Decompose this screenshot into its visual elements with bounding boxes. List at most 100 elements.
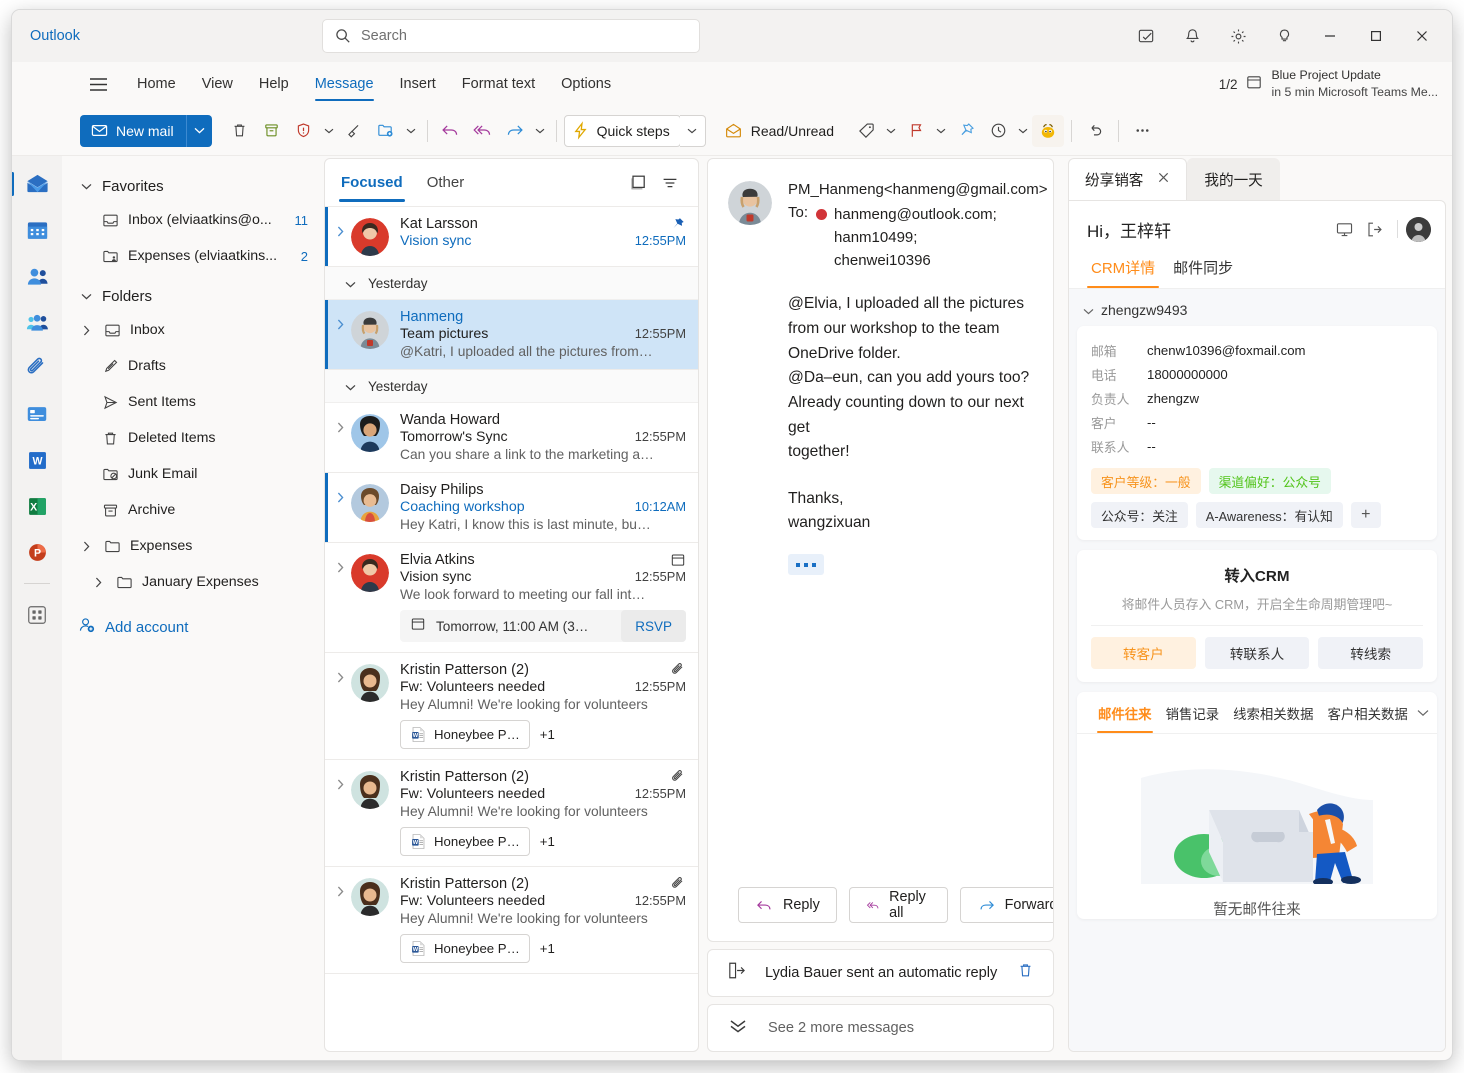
add-account-button[interactable]: Add account	[72, 608, 316, 646]
tag-icon[interactable]	[850, 115, 882, 147]
add-tag-button[interactable]: +	[1350, 502, 1381, 528]
attachment-more-count[interactable]: +1	[540, 941, 555, 956]
up-next-banner[interactable]: 1/2 Blue Project Update in 5 min Microso…	[1219, 62, 1438, 106]
new-mail-button[interactable]: New mail	[80, 114, 186, 147]
recipient[interactable]: hanmeng@outlook.com;	[834, 204, 997, 227]
folder-expenses[interactable]: Expenses	[72, 528, 316, 564]
status-badge[interactable]: A-Awareness：有认知	[1195, 502, 1343, 528]
reading-pane-icon[interactable]	[622, 167, 654, 199]
report-dropdown-chevron-down-icon[interactable]	[320, 115, 338, 147]
forward-icon[interactable]	[499, 115, 531, 147]
copilot-icon[interactable]	[1032, 114, 1064, 147]
reply-all-icon[interactable]	[467, 115, 499, 147]
delete-icon[interactable]	[224, 115, 256, 147]
automatic-reply-strip[interactable]: Lydia Bauer sent an automatic reply	[707, 949, 1054, 997]
sweep-icon[interactable]	[338, 115, 370, 147]
tag-dropdown-chevron-down-icon[interactable]	[882, 115, 900, 147]
tab-insert[interactable]: Insert	[387, 63, 449, 105]
chevron-down-icon[interactable]	[1415, 709, 1431, 717]
reply-button[interactable]: Reply	[738, 887, 837, 923]
tab-message[interactable]: Message	[302, 63, 387, 105]
move-to-dropdown-chevron-down-icon[interactable]	[402, 115, 420, 147]
rail-item-people[interactable]	[15, 254, 59, 298]
tab-format-text[interactable]: Format text	[449, 63, 548, 105]
reply-icon[interactable]	[435, 115, 467, 147]
convert-contact-button[interactable]: 转联系人	[1204, 637, 1310, 669]
attachment-chip[interactable]: W Honeybee P…	[400, 720, 530, 749]
report-icon[interactable]	[288, 115, 320, 147]
snooze-icon[interactable]	[982, 115, 1014, 147]
minimize-icon[interactable]	[1310, 19, 1350, 53]
lightbulb-icon[interactable]	[1264, 19, 1304, 53]
crm-content[interactable]: zhengzw9493 邮箱 chenw10396@foxmail.com 电话…	[1069, 289, 1445, 1051]
flag-dropdown-chevron-down-icon[interactable]	[932, 115, 950, 147]
expand-chevron-right-icon[interactable]	[329, 876, 351, 963]
rail-item-word[interactable]: W	[15, 438, 59, 482]
expand-chevron-right-icon[interactable]	[329, 552, 351, 642]
convert-customer-button[interactable]: 转客户	[1091, 637, 1196, 669]
list-item[interactable]: Hanmeng Team pictures 12:55PM @Katri, I …	[325, 300, 698, 370]
message-list-scroll[interactable]: Kat Larsson Vision sync 12:55PM Yesterda…	[325, 207, 698, 1051]
folder-drafts[interactable]: Drafts	[72, 348, 316, 384]
tab-sales-records[interactable]: 销售记录	[1159, 692, 1227, 733]
expand-chevron-right-icon[interactable]	[329, 662, 351, 749]
gear-icon[interactable]	[1218, 19, 1258, 53]
rail-item-excel[interactable]: X	[15, 484, 59, 528]
hamburger-menu-icon[interactable]	[80, 68, 116, 100]
list-item[interactable]: Kristin Patterson (2) Fw: Volunteers nee…	[325, 867, 698, 974]
folder-january-expenses[interactable]: January Expenses	[72, 564, 316, 600]
folder-sent-items[interactable]: Sent Items	[72, 384, 316, 420]
crm-subtab-mailsync[interactable]: 邮件同步	[1169, 251, 1237, 288]
expand-chevron-right-icon[interactable]	[329, 216, 351, 256]
chevron-right-icon[interactable]	[90, 577, 106, 588]
archive-icon[interactable]	[256, 115, 288, 147]
delete-icon[interactable]	[1016, 961, 1035, 985]
date-group-header[interactable]: Yesterday	[325, 267, 698, 300]
recipient[interactable]: chenwei10396	[834, 250, 997, 273]
expand-chevron-right-icon[interactable]	[329, 309, 351, 359]
tab-options[interactable]: Options	[548, 63, 624, 105]
tab-lead-data[interactable]: 线索相关数据	[1226, 692, 1320, 733]
see-more-messages-button[interactable]: See 2 more messages	[707, 1004, 1054, 1052]
folder-favorite-expenses[interactable]: Expenses (elviaatkins... 2	[72, 238, 316, 274]
new-mail-dropdown[interactable]	[185, 114, 212, 147]
snooze-dropdown-chevron-down-icon[interactable]	[1014, 115, 1032, 147]
filter-icon[interactable]	[654, 167, 686, 199]
close-icon[interactable]	[1157, 171, 1170, 188]
rail-item-powerpoint[interactable]: P	[15, 530, 59, 574]
rail-item-attachments[interactable]	[15, 346, 59, 390]
folder-inbox[interactable]: Inbox	[72, 312, 316, 348]
pin-icon[interactable]	[664, 216, 686, 232]
show-trimmed-content-button[interactable]	[788, 554, 824, 576]
forward-dropdown-chevron-down-icon[interactable]	[531, 115, 549, 147]
crm-tab-myday[interactable]: 我的一天	[1187, 158, 1280, 200]
close-icon[interactable]	[1402, 19, 1442, 53]
crm-subtab-details[interactable]: CRM详情	[1087, 251, 1160, 288]
folder-deleted-items[interactable]: Deleted Items	[72, 420, 316, 456]
list-item[interactable]: Kristin Patterson (2) Fw: Volunteers nee…	[325, 760, 698, 867]
attachment-chip[interactable]: W Honeybee P…	[400, 934, 530, 963]
attachment-chip[interactable]: W Honeybee P…	[400, 827, 530, 856]
crm-account-header[interactable]: zhengzw9493	[1077, 297, 1437, 326]
logout-icon[interactable]	[1359, 215, 1389, 243]
list-item[interactable]: Daisy Philips Coaching workshop 10:12AM …	[325, 473, 698, 543]
tab-other[interactable]: Other	[415, 160, 477, 206]
expand-chevron-right-icon[interactable]	[329, 412, 351, 462]
tab-home[interactable]: Home	[124, 63, 189, 105]
maximize-icon[interactable]	[1356, 19, 1396, 53]
monitor-icon[interactable]	[1329, 215, 1359, 243]
folder-junk-email[interactable]: Junk Email	[72, 456, 316, 492]
bell-icon[interactable]	[1172, 19, 1212, 53]
flag-icon[interactable]	[900, 115, 932, 147]
folder-archive[interactable]: Archive	[72, 492, 316, 528]
date-group-header[interactable]: Yesterday	[325, 370, 698, 403]
rail-item-groups[interactable]	[15, 300, 59, 344]
rail-item-calendar[interactable]	[15, 208, 59, 252]
list-item[interactable]: Elvia Atkins Vision sync 12:55PM We look…	[325, 543, 698, 653]
list-item[interactable]: Kristin Patterson (2) Fw: Volunteers nee…	[325, 653, 698, 760]
notes-icon[interactable]	[1126, 19, 1166, 53]
favorites-group-header[interactable]: Favorites	[72, 170, 316, 202]
forward-button[interactable]: Forward	[959, 887, 1053, 923]
search-input[interactable]: Search	[322, 19, 700, 53]
more-options-icon[interactable]	[1126, 115, 1158, 147]
